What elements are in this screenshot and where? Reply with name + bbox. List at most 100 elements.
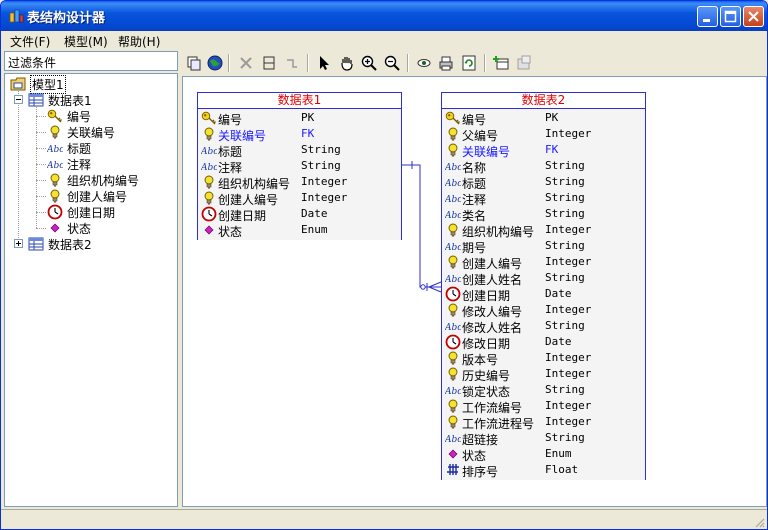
entity-field[interactable]: 版本号 Integer xyxy=(442,350,645,367)
pointer-icon[interactable] xyxy=(315,54,333,72)
bulb-icon xyxy=(445,142,461,158)
tree-item[interactable]: 数据表1 xyxy=(28,92,92,108)
hash-icon xyxy=(445,462,461,478)
entity-field[interactable]: Abc 锁定状态 String xyxy=(442,382,645,399)
entity-field[interactable]: 编号 PK xyxy=(442,110,645,127)
entity-field[interactable]: 关联编号 FK xyxy=(198,126,401,143)
abc-icon: Abc xyxy=(444,238,462,254)
entity-field[interactable]: Abc 标题 String xyxy=(198,142,401,159)
entity-field[interactable]: Abc 超链接 String xyxy=(442,430,645,447)
expand-toggle[interactable] xyxy=(14,239,23,248)
field-type: Enum xyxy=(545,447,572,460)
view-icon[interactable] xyxy=(415,54,433,72)
menu-help[interactable]: 帮助(H) xyxy=(118,33,160,50)
title-bar[interactable]: 表结构设计器 xyxy=(1,1,767,31)
collapse-toggle[interactable] xyxy=(14,95,23,104)
entity-field[interactable]: 历史编号 Integer xyxy=(442,366,645,383)
entity-table[interactable]: 数据表1 编号 PK 关联编号 FK Abc 标题 String Abc 注释 String 组织机构… xyxy=(197,92,402,240)
key-icon xyxy=(445,110,461,126)
entity-field[interactable]: Abc 创建人姓名 String xyxy=(442,270,645,287)
field-type: String xyxy=(545,271,585,284)
resize-grip-icon[interactable] xyxy=(753,516,765,528)
tree-item[interactable]: 状态 xyxy=(47,220,91,236)
entity-field[interactable]: 状态 Enum xyxy=(442,446,645,463)
maximize-button[interactable] xyxy=(720,6,741,27)
entity-field[interactable]: 编号 PK xyxy=(198,110,401,127)
bulb-icon xyxy=(445,350,461,366)
entity-field[interactable]: 排序号 Float xyxy=(442,462,645,479)
tree-item-label: 创建人编号 xyxy=(67,189,128,204)
entity-field[interactable]: 创建日期 Date xyxy=(198,206,401,223)
svg-text:Abc: Abc xyxy=(201,163,217,173)
tree-item[interactable]: 创建人编号 xyxy=(47,188,127,204)
entity-field[interactable]: 修改日期 Date xyxy=(442,334,645,351)
tree-line xyxy=(36,180,46,181)
entity-field[interactable]: Abc 期号 String xyxy=(442,238,645,255)
diagram-canvas[interactable]: 数据表1 编号 PK 关联编号 FK Abc 标题 String Abc 注释 String 组织机构… xyxy=(182,76,767,507)
entity-field[interactable]: Abc 注释 String xyxy=(198,158,401,175)
entity-field[interactable]: 状态 Enum xyxy=(198,222,401,239)
svg-text:Abc: Abc xyxy=(47,161,63,171)
tree-line xyxy=(36,228,46,229)
entity-field[interactable]: 关联编号 FK xyxy=(442,142,645,159)
tree-item[interactable]: 数据表2 xyxy=(28,236,92,252)
svg-text:Abc: Abc xyxy=(445,387,461,397)
tree-item-label: 关联编号 xyxy=(67,125,116,140)
filter-input[interactable]: 过滤条件 xyxy=(4,51,178,71)
bulb-icon xyxy=(47,172,63,188)
entity-field[interactable]: 创建日期 Date xyxy=(442,286,645,303)
delete-icon[interactable] xyxy=(237,54,255,72)
tree-item[interactable]: Abc 注释 xyxy=(46,156,91,172)
entity-field[interactable]: 组织机构编号 Integer xyxy=(198,174,401,191)
tree-line xyxy=(36,212,46,213)
entity-field[interactable]: 工作流进程号 Integer xyxy=(442,414,645,431)
field-name: 排序号 xyxy=(462,465,499,479)
abc-icon: Abc xyxy=(46,140,64,156)
menu-model[interactable]: 模型(M) xyxy=(64,33,108,50)
entity-field[interactable]: Abc 名称 String xyxy=(442,158,645,175)
entity-body: 编号 PK 关联编号 FK Abc 标题 String Abc 注释 String 组织机构编号 In… xyxy=(198,109,401,240)
field-type: String xyxy=(545,431,585,444)
field-type: PK xyxy=(545,111,559,124)
bulb-icon xyxy=(201,174,217,190)
close-button[interactable] xyxy=(743,6,764,27)
print-icon[interactable] xyxy=(437,54,455,72)
toolbar-separator xyxy=(307,54,309,72)
tree-item[interactable]: 编号 xyxy=(47,108,91,124)
entity-field[interactable]: 创建人编号 Integer xyxy=(442,254,645,271)
entity-field[interactable]: Abc 类名 String xyxy=(442,206,645,223)
minimize-button[interactable] xyxy=(697,6,718,27)
frame-icon[interactable] xyxy=(260,54,278,72)
connector-icon[interactable] xyxy=(283,54,301,72)
entity-field[interactable]: Abc 标题 String xyxy=(442,174,645,191)
tree-item[interactable]: 组织机构编号 xyxy=(47,172,139,188)
entity-field[interactable]: Abc 注释 String xyxy=(442,190,645,207)
add-table-icon[interactable] xyxy=(492,54,510,72)
tree-item-label: 标题 xyxy=(67,141,92,156)
hand-icon[interactable] xyxy=(338,54,356,72)
field-type: Integer xyxy=(301,175,348,188)
tree-item[interactable]: 关联编号 xyxy=(47,124,115,140)
entity-field[interactable]: 工作流编号 Integer xyxy=(442,398,645,415)
tree-line xyxy=(36,116,46,117)
entity-field[interactable]: 组织机构编号 Integer xyxy=(442,222,645,239)
entity-table[interactable]: 数据表2 编号 PK 父编号 Integer 关联编号 FK Abc 名称 String Abc 标题… xyxy=(441,92,646,480)
globe-icon[interactable] xyxy=(206,54,224,72)
entity-field[interactable]: 父编号 Integer xyxy=(442,126,645,143)
copy-icon[interactable] xyxy=(185,54,203,72)
zoom-out-icon[interactable] xyxy=(383,54,401,72)
entity-field[interactable]: 修改人编号 Integer xyxy=(442,302,645,319)
bulb-icon xyxy=(445,414,461,430)
toolbar-separator xyxy=(407,54,409,72)
entity-field[interactable]: Abc 修改人姓名 String xyxy=(442,318,645,335)
menu-file[interactable]: 文件(F) xyxy=(10,33,50,50)
field-type: PK xyxy=(301,111,315,124)
tree-item[interactable]: Abc 标题 xyxy=(46,140,92,156)
model-tree[interactable]: 模型1 数据表1 编号 关联编号 Abc 标题 Abc 注释 组织机构编号 创建人编号 创建日期 状态… xyxy=(4,73,178,507)
entity-field[interactable]: 创建人编号 Integer xyxy=(198,190,401,207)
refresh-icon[interactable] xyxy=(460,54,478,72)
zoom-in-icon[interactable] xyxy=(360,54,378,72)
diamond-icon xyxy=(445,446,461,462)
tree-item[interactable]: 创建日期 xyxy=(47,204,115,220)
properties-icon[interactable] xyxy=(515,54,533,72)
